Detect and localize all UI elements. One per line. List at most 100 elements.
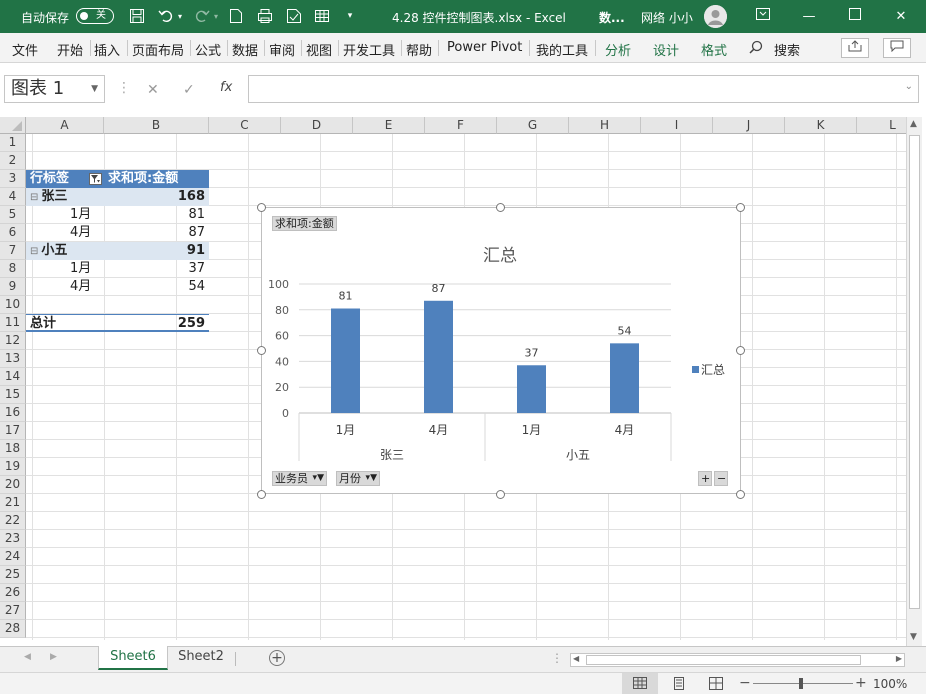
row-header[interactable]: 12	[0, 332, 26, 350]
user-name[interactable]: 网络 小小	[641, 9, 693, 26]
collapse-icon[interactable]: ⊟	[30, 192, 38, 203]
tab-view[interactable]: 视图	[306, 40, 332, 59]
pivot-row-label[interactable]: 4月	[26, 224, 104, 242]
vertical-scrollbar[interactable]: ▲ ▼	[906, 117, 922, 646]
undo-icon[interactable]	[157, 8, 175, 25]
new-file-icon[interactable]	[228, 8, 244, 25]
horizontal-scrollbar[interactable]: ◀ ▶	[570, 653, 905, 667]
scroll-thumb[interactable]	[909, 135, 920, 609]
tab-my-tools[interactable]: 我的工具	[536, 40, 588, 59]
row-header[interactable]: 5	[0, 206, 26, 224]
chevron-down-icon[interactable]: ▼	[91, 76, 98, 102]
next-sheet-icon[interactable]: ▶	[50, 652, 57, 662]
name-box[interactable]: 图表 1 ▼	[4, 75, 105, 103]
formula-input[interactable]: ⌄	[248, 75, 919, 103]
tab-formulas[interactable]: 公式	[195, 40, 221, 59]
resize-handle-top[interactable]	[496, 203, 505, 212]
tab-file[interactable]: 文件	[12, 40, 38, 59]
row-header[interactable]: 26	[0, 584, 26, 602]
row-header[interactable]: 24	[0, 548, 26, 566]
row-header[interactable]: 7	[0, 242, 26, 260]
column-header[interactable]: E	[353, 117, 425, 134]
pivot-chart[interactable]: 求和项:金额 汇总 0 20 40 60 80 100 81 87 37 54 1月 4月 1月 4月…	[261, 207, 741, 494]
bar[interactable]	[610, 343, 639, 413]
zoom-slider-thumb[interactable]	[799, 678, 803, 689]
pivot-row-value[interactable]: 81	[104, 206, 209, 224]
scroll-right-icon[interactable]: ▶	[896, 654, 902, 663]
pivot-row-label-header[interactable]: 行标签	[26, 170, 104, 188]
column-header[interactable]: H	[569, 117, 641, 134]
pivot-row-label[interactable]: 1月	[26, 260, 104, 278]
resize-handle-bottom[interactable]	[496, 490, 505, 499]
split-handle-icon[interactable]: ⋮	[551, 651, 563, 665]
filter-dropdown-icon[interactable]: ▾▼	[313, 472, 324, 485]
pivot-total-value[interactable]: 259	[104, 314, 209, 332]
tab-format[interactable]: 格式	[701, 40, 727, 59]
collapse-field-button[interactable]: −	[714, 471, 728, 486]
axis-field-button-month[interactable]: 月份 ▾▼	[336, 471, 380, 486]
form-icon[interactable]	[285, 8, 303, 25]
ribbon-display-label[interactable]: 数...	[599, 9, 625, 26]
row-header[interactable]: 18	[0, 440, 26, 458]
pivot-row-label[interactable]: ⊟ 小五	[26, 242, 104, 260]
bar-series[interactable]	[331, 300, 639, 413]
row-header[interactable]: 20	[0, 476, 26, 494]
column-header[interactable]: A	[26, 117, 104, 134]
resize-handle-right[interactable]	[736, 346, 745, 355]
tab-review[interactable]: 审阅	[269, 40, 295, 59]
resize-handle-bottom-left[interactable]	[257, 490, 266, 499]
tab-analyze[interactable]: 分析	[605, 40, 631, 59]
row-header[interactable]: 13	[0, 350, 26, 368]
search-label[interactable]: 搜索	[774, 40, 800, 59]
minimize-icon[interactable]: —	[799, 8, 819, 25]
row-header[interactable]: 1	[0, 134, 26, 152]
tab-home[interactable]: 开始	[57, 40, 83, 59]
collapse-icon[interactable]: ⊟	[30, 246, 38, 257]
pivot-row-value[interactable]: 54	[104, 278, 209, 296]
pivot-row-value[interactable]: 91	[104, 242, 209, 260]
legend-entry[interactable]: 汇总	[701, 363, 725, 377]
save-icon[interactable]	[128, 8, 146, 25]
redo-icon[interactable]	[193, 8, 211, 25]
row-header[interactable]: 2	[0, 152, 26, 170]
row-header[interactable]: 15	[0, 386, 26, 404]
column-header[interactable]: K	[785, 117, 857, 134]
scroll-down-icon[interactable]: ▼	[910, 632, 917, 642]
column-header[interactable]: I	[641, 117, 713, 134]
print-preview-icon[interactable]	[256, 8, 274, 25]
row-header[interactable]: 25	[0, 566, 26, 584]
filter-dropdown-icon[interactable]	[89, 173, 102, 185]
tab-sheet2[interactable]: Sheet2	[168, 646, 234, 670]
legend[interactable]: 汇总	[692, 363, 725, 377]
pivot-total-label[interactable]: 总计	[26, 314, 104, 332]
customize-toolbar-icon[interactable]: ▾	[345, 8, 355, 25]
normal-view-icon[interactable]	[622, 673, 658, 694]
pivot-row-value[interactable]: 37	[104, 260, 209, 278]
table-icon[interactable]	[313, 8, 331, 25]
column-header[interactable]: L	[857, 117, 906, 134]
pivot-row-label[interactable]: ⊟ 张三	[26, 188, 104, 206]
row-header[interactable]: 14	[0, 368, 26, 386]
bar[interactable]	[331, 308, 360, 413]
scroll-up-icon[interactable]: ▲	[910, 119, 917, 129]
bar[interactable]	[424, 300, 453, 413]
avatar[interactable]	[704, 5, 727, 28]
enter-icon[interactable]: ✓	[183, 82, 195, 98]
tab-page-layout[interactable]: 页面布局	[132, 40, 184, 59]
column-header[interactable]: D	[281, 117, 353, 134]
column-header[interactable]: C	[209, 117, 281, 134]
pivot-value-header[interactable]: 求和项:金额	[104, 170, 209, 188]
resize-handle-top-right[interactable]	[736, 203, 745, 212]
tab-help[interactable]: 帮助	[406, 40, 432, 59]
row-header[interactable]: 17	[0, 422, 26, 440]
resize-handle-top-left[interactable]	[257, 203, 266, 212]
row-header[interactable]: 22	[0, 512, 26, 530]
tab-data[interactable]: 数据	[232, 40, 258, 59]
prev-sheet-icon[interactable]: ◀	[24, 652, 31, 662]
maximize-icon[interactable]	[845, 8, 865, 25]
row-header[interactable]: 4	[0, 188, 26, 206]
row-header[interactable]: 3	[0, 170, 26, 188]
autosave-toggle[interactable]: 关	[76, 8, 114, 24]
tab-insert[interactable]: 插入	[94, 40, 120, 59]
row-header[interactable]: 10	[0, 296, 26, 314]
